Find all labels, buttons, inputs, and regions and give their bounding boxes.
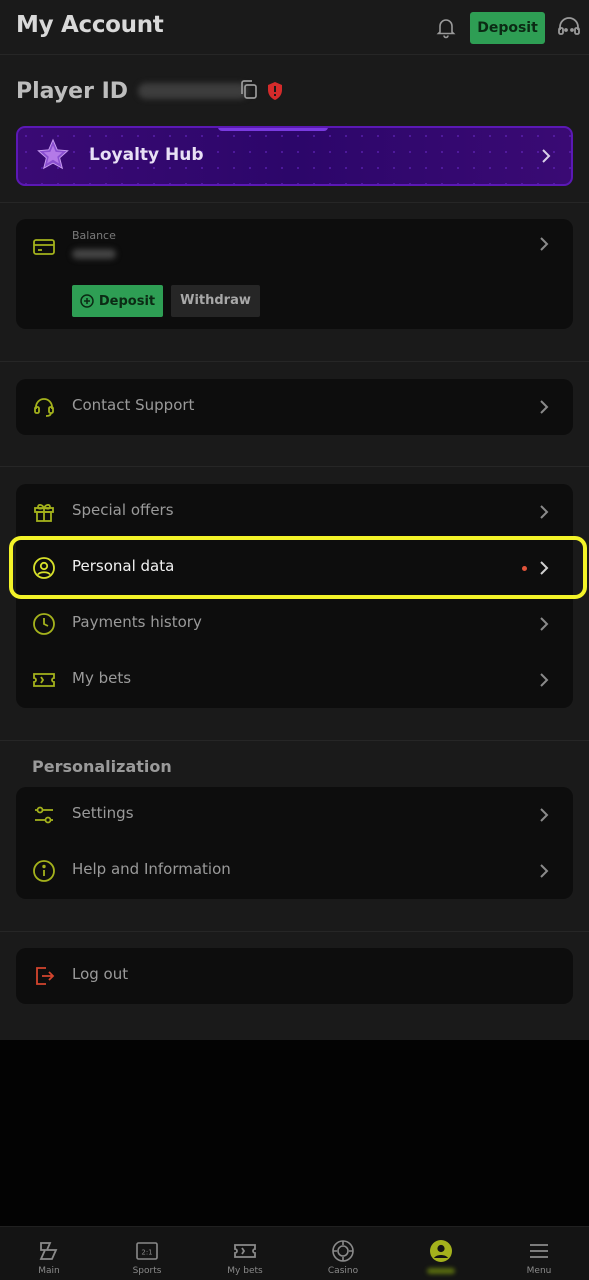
logout-label: Log out	[72, 965, 129, 983]
tab-main[interactable]: Main	[0, 1227, 98, 1280]
loyalty-hub-banner[interactable]: Loyalty Hub	[16, 126, 573, 186]
ticket-icon	[33, 673, 55, 687]
gift-icon	[34, 503, 54, 522]
header: My Account Deposit	[0, 0, 589, 55]
divider	[0, 931, 589, 932]
tab-casino[interactable]: Casino	[294, 1227, 392, 1280]
copy-icon[interactable]	[239, 79, 259, 101]
balance-label: Balance	[72, 229, 116, 242]
tab-label: Menu	[526, 1266, 552, 1276]
page-title: My Account	[16, 12, 164, 38]
menu-item-label: Special offers	[72, 501, 174, 519]
logout-card[interactable]: Log out	[16, 948, 573, 1004]
tab-label: Sports	[132, 1266, 162, 1276]
tab-label: My bets	[227, 1266, 263, 1276]
contact-support-label: Contact Support	[72, 396, 195, 414]
chevron-right-icon	[540, 808, 549, 822]
info-icon	[33, 860, 55, 882]
divider	[0, 466, 589, 467]
chip-icon	[332, 1240, 354, 1262]
logout-icon	[36, 967, 55, 985]
tab-sports[interactable]: 2:1 Sports	[98, 1227, 196, 1280]
chevron-right-icon	[540, 864, 549, 878]
menu-item-my-bets[interactable]: My bets	[16, 652, 573, 708]
svg-text:2:1: 2:1	[141, 1249, 152, 1257]
chevron-right-icon	[540, 400, 549, 414]
tab-label-redacted	[427, 1268, 455, 1274]
bottom-tab-bar: Main 2:1 Sports My bets Casino Menu	[0, 1226, 589, 1280]
divider	[0, 202, 589, 203]
menu-item-label: Settings	[72, 804, 134, 822]
account-icon	[430, 1240, 452, 1262]
balance-deposit-button[interactable]: Deposit	[72, 285, 163, 317]
loyalty-hub-label: Loyalty Hub	[89, 145, 204, 165]
player-id-value-redacted	[138, 83, 249, 99]
balance-value-redacted	[72, 249, 116, 259]
chevron-right-icon	[540, 617, 549, 631]
ticket-icon	[234, 1244, 256, 1258]
shield-alert-icon[interactable]	[265, 81, 285, 101]
home-icon	[39, 1242, 58, 1260]
personal-data-highlight	[9, 536, 587, 599]
tab-label: Main	[38, 1266, 60, 1276]
sliders-icon	[35, 806, 53, 824]
support-headset-icon[interactable]	[556, 15, 582, 41]
chevron-right-icon	[540, 237, 549, 251]
personalization-title: Personalization	[32, 757, 172, 776]
support-card[interactable]: Contact Support	[16, 379, 573, 435]
header-deposit-button[interactable]: Deposit	[470, 12, 545, 44]
menu-item-payments-history[interactable]: Payments history	[16, 596, 573, 652]
personalization-card: Settings Help and Information	[16, 787, 573, 899]
bell-icon[interactable]	[434, 15, 458, 39]
chevron-right-icon	[542, 149, 551, 163]
clock-icon	[33, 613, 55, 635]
menu-item-settings[interactable]: Settings	[16, 787, 573, 843]
menu-item-label: My bets	[72, 669, 132, 687]
wallet-card-icon	[33, 239, 55, 255]
tab-my-bets[interactable]: My bets	[196, 1227, 294, 1280]
divider	[0, 361, 589, 362]
menu-item-help[interactable]: Help and Information	[16, 843, 573, 899]
chevron-right-icon	[540, 673, 549, 687]
star-icon	[37, 138, 69, 170]
tab-menu[interactable]: Menu	[490, 1227, 588, 1280]
player-id-label: Player ID	[16, 78, 129, 104]
menu-item-label: Payments history	[72, 613, 202, 631]
tab-account[interactable]	[392, 1227, 490, 1280]
headset-icon	[34, 398, 54, 417]
plus-circle-icon	[80, 294, 94, 308]
balance-deposit-label: Deposit	[98, 293, 156, 309]
account-page: My Account Deposit Player ID Loyalty Hub…	[0, 0, 589, 1040]
hamburger-icon	[530, 1244, 548, 1258]
contact-support-row[interactable]: Contact Support	[16, 379, 573, 435]
menu-item-special-offers[interactable]: Special offers	[16, 484, 573, 540]
logout-row[interactable]: Log out	[16, 948, 573, 1004]
withdraw-button[interactable]: Withdraw	[171, 285, 260, 317]
menu-item-label: Help and Information	[72, 860, 231, 878]
player-id: Player ID	[16, 76, 249, 106]
chevron-right-icon	[540, 505, 549, 519]
scoreboard-icon: 2:1	[136, 1242, 158, 1260]
tab-label: Casino	[327, 1266, 359, 1276]
divider	[0, 740, 589, 741]
balance-card[interactable]: Balance Deposit Withdraw	[16, 219, 573, 329]
